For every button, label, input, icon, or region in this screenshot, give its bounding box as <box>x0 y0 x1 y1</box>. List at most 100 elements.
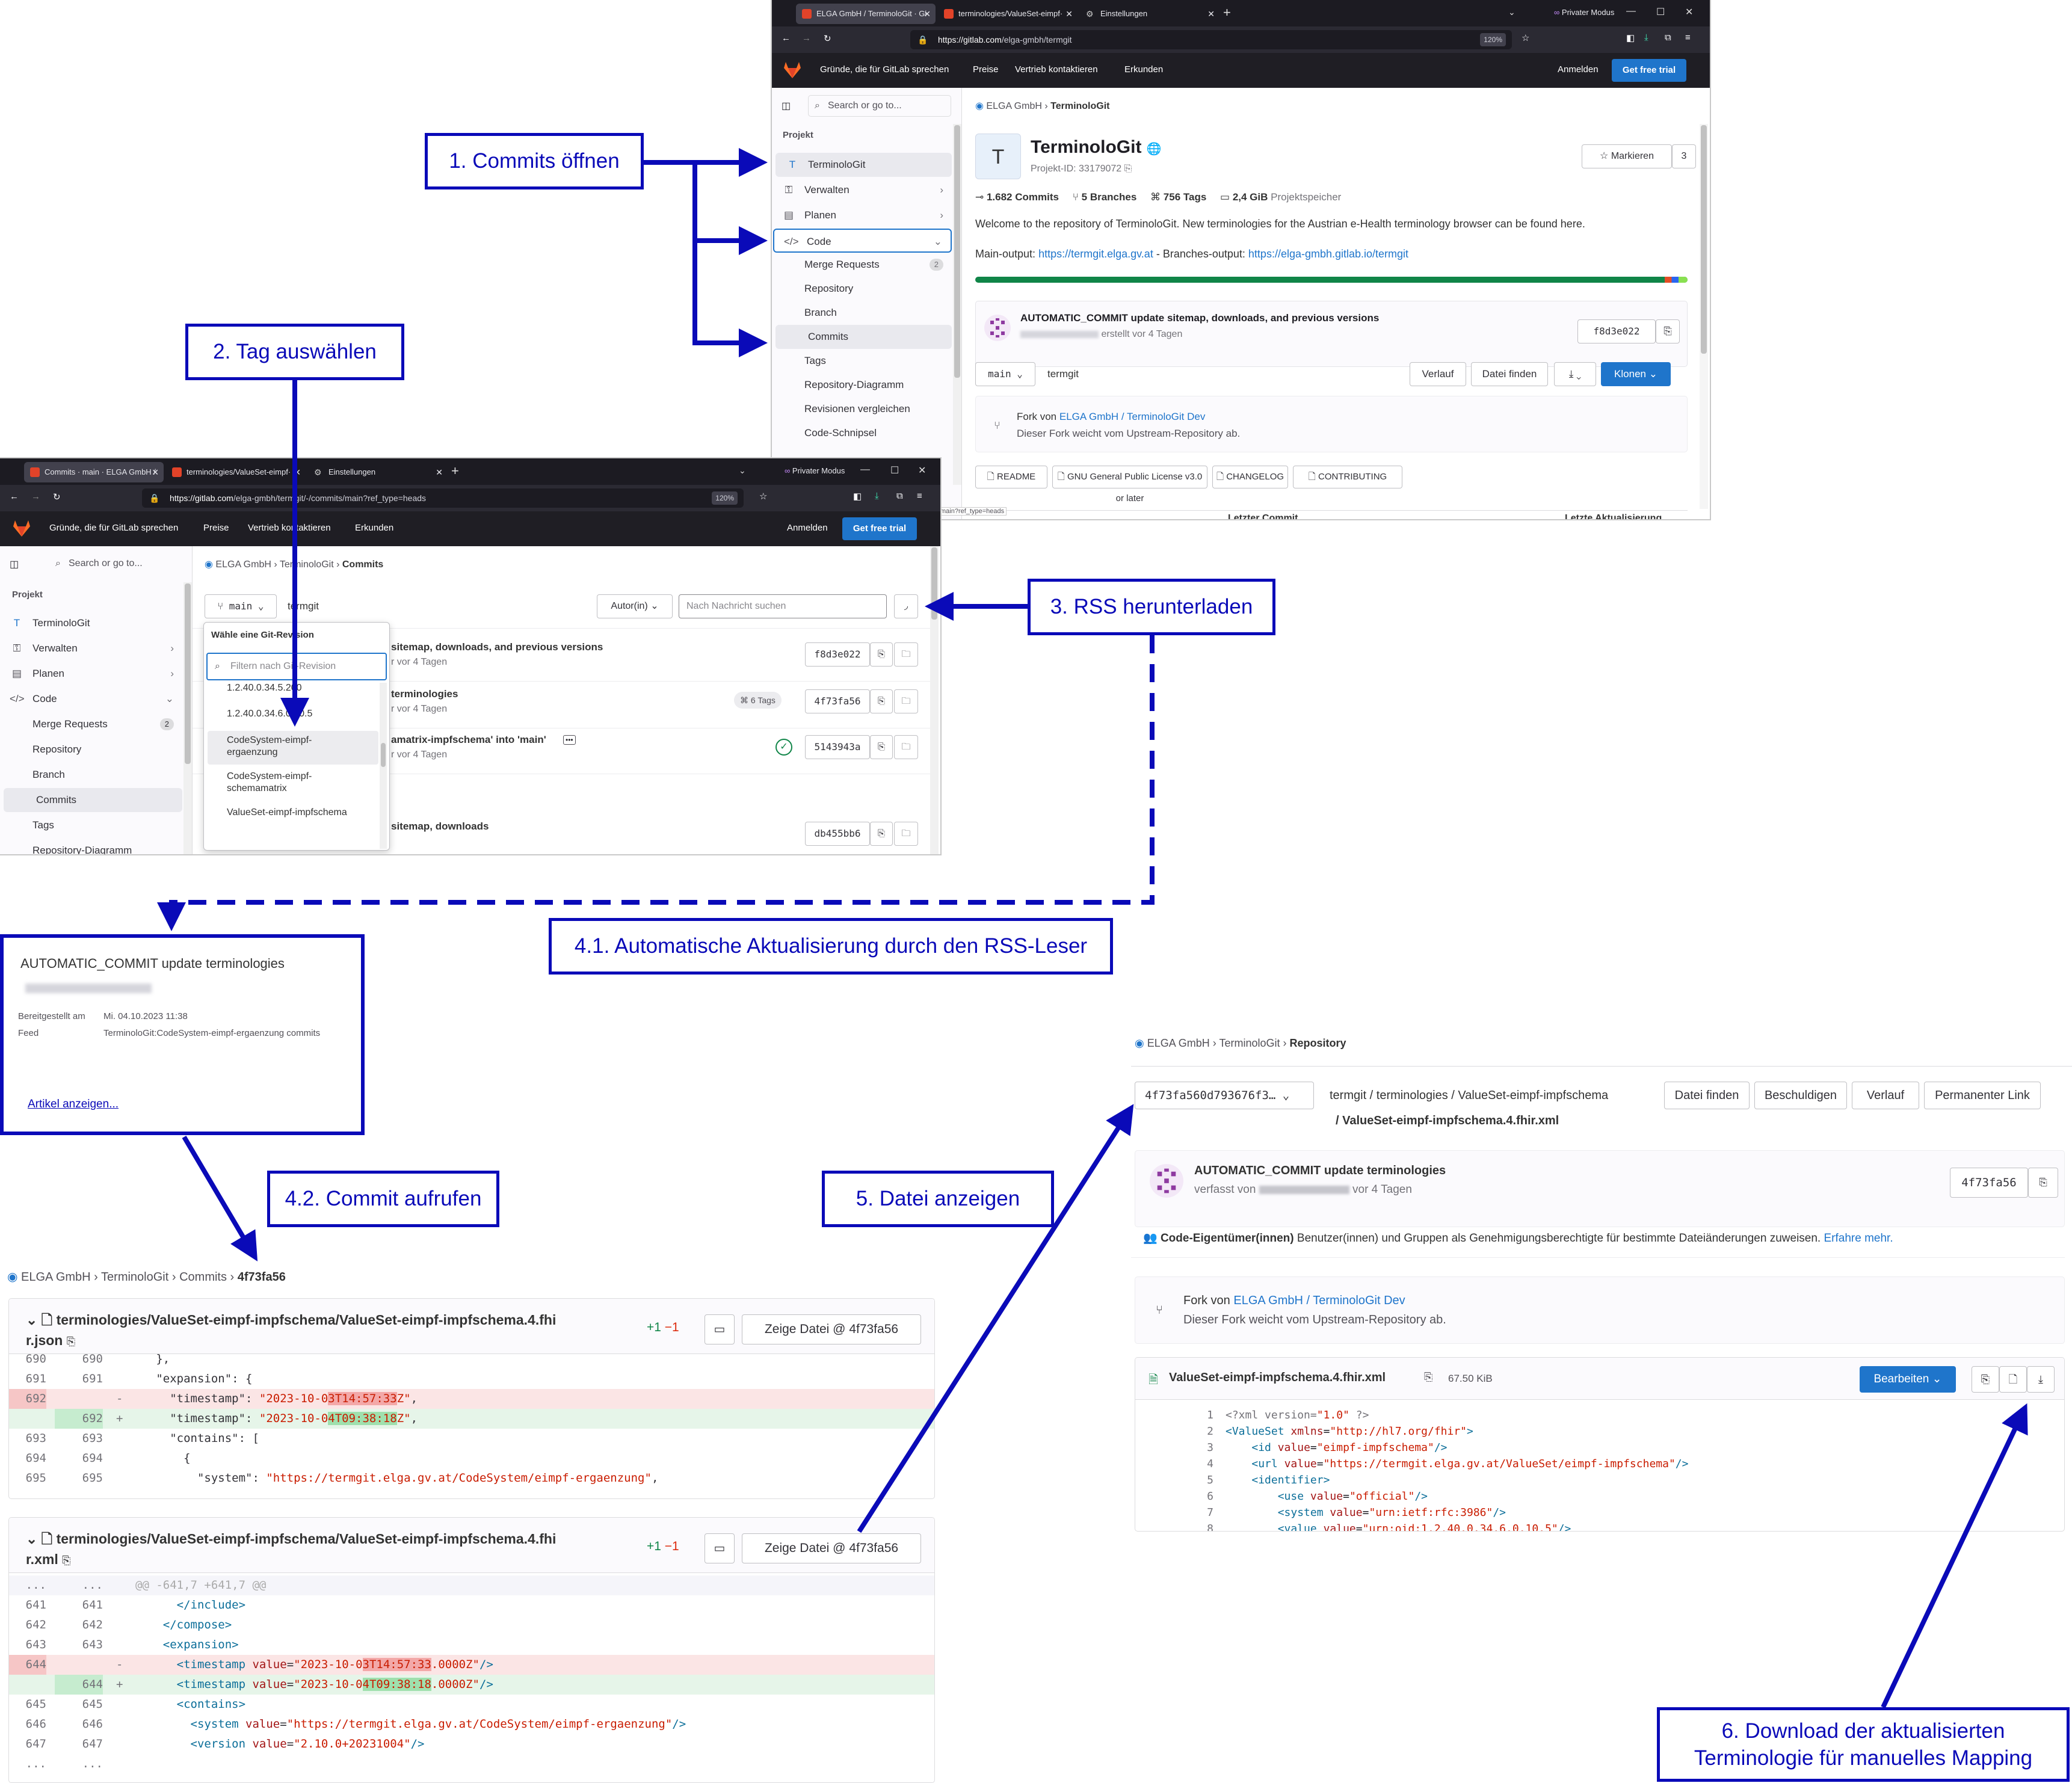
menu-icon[interactable]: ≡ <box>1685 32 1691 43</box>
tab-project[interactable]: ELGA GmbH / TerminoloGit · Gi ✕ <box>796 4 936 24</box>
revision-option[interactable]: 1.2.40.0.34.6.0.10.5 <box>208 704 378 727</box>
sidebar-item-commits[interactable]: Commits <box>4 788 182 812</box>
minimize-icon[interactable]: — <box>1626 6 1636 17</box>
nav-pricing[interactable]: Preise <box>973 64 999 75</box>
copy-icon[interactable]: ⎘ <box>62 1554 70 1566</box>
pipeline-passed-icon[interactable]: ✓ <box>775 739 792 756</box>
ref-selector[interactable]: 4f73fa560d793676f3… ⌄ <box>1135 1082 1314 1109</box>
revision-option[interactable]: CodeSystem-eimpf-schemamatrix <box>208 767 378 801</box>
extensions-icon[interactable]: ⧉ <box>896 491 903 501</box>
copy-sha-button[interactable]: ⎘ <box>870 642 893 667</box>
chevron-down-icon[interactable]: ⌄ <box>26 1531 37 1547</box>
close-icon[interactable]: ✕ <box>436 462 443 482</box>
browse-files-button[interactable]: 🗀 <box>894 642 918 667</box>
commit-sha[interactable]: f8d3e022 <box>1577 319 1656 343</box>
branches-stat[interactable]: ⑂ 5 Branches <box>1073 191 1137 203</box>
close-icon[interactable]: ✕ <box>294 462 301 482</box>
fork-source-link[interactable]: ELGA GmbH / TerminoloGit Dev <box>1059 411 1206 422</box>
sidebar-item-verwalten[interactable]: ⚿ Verwalten › <box>0 636 182 661</box>
copy-sha-button[interactable]: ⎘ <box>2028 1168 2058 1198</box>
commit-title-link[interactable]: terminologies <box>391 688 458 700</box>
commit-sha[interactable]: 5143943a <box>805 735 870 759</box>
sidebar-item-code[interactable]: </> Code ⌄ <box>0 687 182 711</box>
commits-stat[interactable]: ⊸ 1.682 Commits <box>975 191 1059 203</box>
scrollbar[interactable] <box>183 582 192 854</box>
expand-message-icon[interactable]: ••• <box>563 735 576 745</box>
sidebar-item-verwalten[interactable]: ⚿ Verwalten › <box>772 178 952 202</box>
close-icon[interactable]: ✕ <box>152 462 159 482</box>
new-tab-icon[interactable]: + <box>451 463 459 479</box>
address-field[interactable]: 🔒 https://gitlab.com/elga-gmbh/termgit/-/… <box>142 488 744 508</box>
clone-button[interactable]: Klonen ⌄ <box>1601 362 1671 386</box>
star-icon[interactable]: ☆ <box>759 491 767 502</box>
sidebar-item-repository-diagramm[interactable]: Repository-Diagramm <box>772 373 952 397</box>
close-icon[interactable]: ✕ <box>1207 4 1215 24</box>
dropdown-scrollbar[interactable] <box>380 683 387 849</box>
file-link-changelog[interactable]: 🗋 CHANGELOG <box>1212 466 1288 488</box>
history-button[interactable]: Verlauf <box>1410 362 1466 386</box>
sign-in-link[interactable]: Anmelden <box>1558 64 1599 75</box>
back-icon[interactable]: ← <box>782 33 791 43</box>
copy-sha-button[interactable]: ⎘ <box>870 822 893 846</box>
copy-sha-button[interactable]: ⎘ <box>870 689 893 713</box>
tab-settings[interactable]: ⚙ Einstellungen ✕ <box>1080 4 1219 24</box>
pocket-icon[interactable]: ◧ <box>1626 32 1635 43</box>
forward-icon[interactable]: → <box>802 33 811 43</box>
blame-button[interactable]: Beschuldigen <box>1754 1082 1847 1109</box>
sidebar-item-code-schnipsel[interactable]: Code-Schnipsel <box>772 421 952 445</box>
find-file-button[interactable]: Datei finden <box>1471 362 1548 386</box>
commit-title-link[interactable]: sitemap, downloads <box>391 821 489 833</box>
tab-settings[interactable]: ⚙ Einstellungen ✕ <box>308 462 448 482</box>
sidebar-item-branch[interactable]: Branch <box>0 763 182 787</box>
tab-commits[interactable]: Commits · main · ELGA GmbH / ✕ <box>24 462 164 482</box>
sidebar-item-merge-requests[interactable]: Merge Requests 2 <box>0 712 182 736</box>
browse-files-button[interactable]: 🗀 <box>894 822 918 846</box>
gitlab-logo-icon[interactable] <box>12 519 31 537</box>
raw-file-button[interactable]: 🗋 <box>1999 1366 2027 1393</box>
copy-icon[interactable]: ⎘ <box>1124 164 1132 174</box>
reload-icon[interactable]: ↻ <box>824 33 831 44</box>
file-link-readme[interactable]: 🗋 README <box>975 466 1047 488</box>
sidebar-item-repository-diagramm[interactable]: Repository-Diagramm <box>0 839 182 854</box>
star-icon[interactable]: ☆ <box>1522 32 1529 43</box>
nav-pricing[interactable]: Preise <box>203 523 229 533</box>
commit-title-link[interactable]: AUTOMATIC_COMMIT update sitemap, downloa… <box>1020 312 1379 324</box>
sidebar-item-tags[interactable]: Tags <box>772 349 952 373</box>
menu-icon[interactable]: ≡ <box>917 491 922 501</box>
copy-contents-button[interactable]: ⎘ <box>1972 1366 1999 1393</box>
sidebar-item-tags[interactable]: Tags <box>0 813 182 837</box>
sidebar-item-repository[interactable]: Repository <box>0 738 182 762</box>
sidebar-item-planen[interactable]: ▤ Planen › <box>0 662 182 686</box>
tags-badge[interactable]: ⌘ 6 Tags <box>734 692 782 709</box>
extensions-icon[interactable]: ⧉ <box>1665 32 1671 43</box>
sidebar-item-merge-requests[interactable]: Merge Requests 2 <box>772 253 952 277</box>
commit-title-link[interactable]: AUTOMATIC_COMMIT update terminologies <box>1194 1164 1446 1178</box>
close-icon[interactable]: ✕ <box>1065 4 1073 24</box>
history-button[interactable]: Verlauf <box>1852 1082 1919 1109</box>
commit-sha[interactable]: 4f73fa56 <box>805 689 870 713</box>
revision-option[interactable]: 1.2.40.0.34.5.200 <box>208 683 378 696</box>
tab-valueset[interactable]: terminologies/ValueSet-eimpf· ✕ <box>166 462 306 482</box>
nav-why-gitlab[interactable]: Gründe, die für GitLab sprechen <box>820 64 949 75</box>
tags-stat[interactable]: ⌘ 756 Tags <box>1150 191 1206 203</box>
find-file-button[interactable]: Datei finden <box>1664 1082 1750 1109</box>
minimize-icon[interactable]: — <box>860 464 870 475</box>
nav-contact-sales[interactable]: Vertrieb kontaktieren <box>248 523 331 533</box>
sidebar-item-planen[interactable]: ▤ Planen › <box>772 203 952 227</box>
copy-sha-button[interactable]: ⎘ <box>1656 319 1680 343</box>
star-button[interactable]: ☆ Markieren <box>1582 144 1672 168</box>
close-icon[interactable]: ✕ <box>923 4 931 24</box>
permalink-button[interactable]: Permanenter Link <box>1924 1082 2041 1109</box>
address-field[interactable]: 🔒 https://gitlab.com/elga-gmbh/termgit 120… <box>910 30 1512 49</box>
file-link-contributing[interactable]: 🗋 CONTRIBUTING <box>1293 466 1402 488</box>
download-icon[interactable]: ⤓ <box>875 491 879 501</box>
learn-more-link[interactable]: Erfahre mehr. <box>1824 1232 1893 1245</box>
commit-sha[interactable]: 4f73fa56 <box>1950 1168 2028 1198</box>
sidebar-item-terminologit[interactable]: T TerminoloGit <box>0 611 182 635</box>
sidebar-toggle-icon[interactable]: ◫ <box>10 558 19 570</box>
revision-filter-input[interactable]: ⌕ Filtern nach Git-Revision <box>206 653 387 680</box>
commit-sha[interactable]: db455bb6 <box>805 822 870 846</box>
maximize-icon[interactable]: ☐ <box>890 464 899 476</box>
browse-files-button[interactable]: 🗀 <box>894 689 918 713</box>
sidebar-item-code[interactable]: </> Code ⌄ <box>773 229 952 253</box>
